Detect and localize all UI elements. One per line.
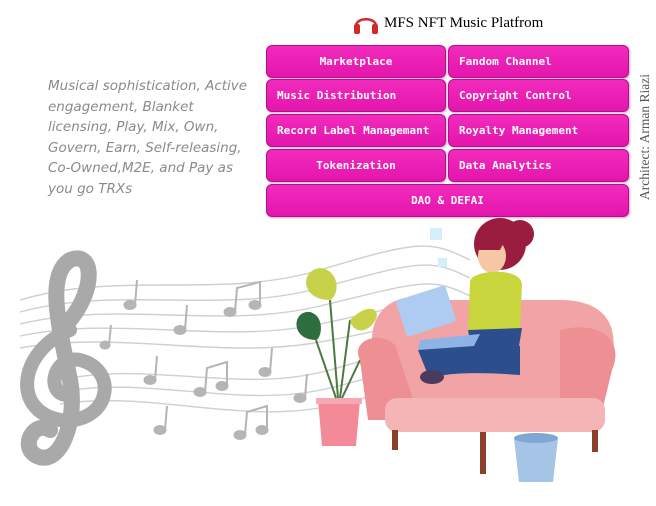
tile-data-analytics[interactable]: Data Analytics xyxy=(448,149,629,182)
tile-dao-defai[interactable]: DAO & DEFAI xyxy=(266,184,629,217)
headphones-icon xyxy=(354,18,378,34)
treble-clef-icon xyxy=(20,250,112,466)
bucket xyxy=(514,433,558,482)
tile-copyright-control[interactable]: Copyright Control xyxy=(448,79,629,112)
platform-title: MFS NFT Music Platfrom xyxy=(384,14,544,31)
platform-header: MFS NFT Music Platfrom xyxy=(352,8,543,38)
tile-fandom-channel[interactable]: Fandom Channel xyxy=(448,45,629,78)
platform-tagline: Musical sophistication, Active engagemen… xyxy=(48,78,248,197)
tile-marketplace[interactable]: Marketplace xyxy=(266,45,446,78)
tile-royalty-management[interactable]: Royalty Management xyxy=(448,114,629,147)
tile-record-label-management[interactable]: Record Label Managemant xyxy=(266,114,446,147)
tile-music-distribution[interactable]: Music Distribution xyxy=(266,79,446,112)
music-notes-icon xyxy=(99,279,308,440)
tile-tokenization[interactable]: Tokenization xyxy=(266,149,446,182)
architect-credit: Architect: Arman Riazi xyxy=(637,74,652,200)
